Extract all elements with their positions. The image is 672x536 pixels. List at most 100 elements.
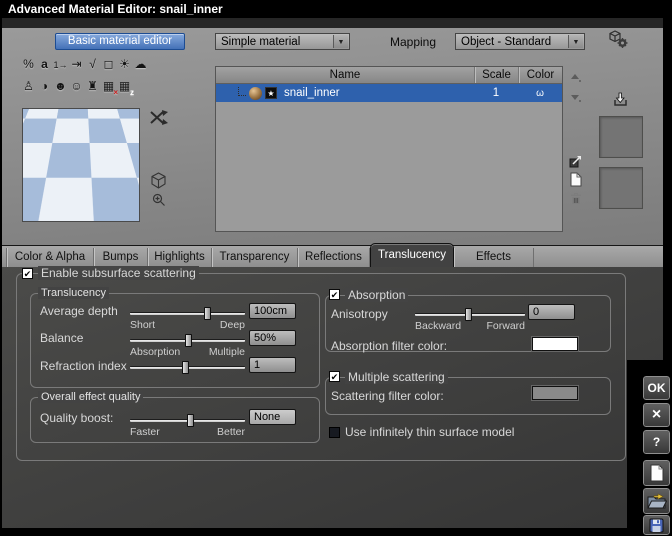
- preview-object-cube-icon[interactable]: [150, 172, 167, 195]
- tab-effects[interactable]: Effects: [454, 248, 534, 267]
- tab-transparency[interactable]: Transparency: [212, 248, 298, 267]
- save-floppy-icon: [649, 518, 664, 533]
- average-depth-max-label: Deep: [130, 319, 245, 331]
- tab-highlights[interactable]: Highlights: [148, 248, 212, 267]
- list-header: Name Scale Color: [216, 67, 562, 84]
- load-material-button[interactable]: [643, 488, 670, 514]
- thin-surface-checkbox[interactable]: [329, 427, 340, 438]
- scattering-filter-color-label: Scattering filter color:: [331, 389, 444, 403]
- move-layer-up-icon[interactable]: [570, 70, 583, 83]
- move-layer-down-icon[interactable]: [570, 90, 583, 103]
- open-folder-icon: [647, 493, 667, 509]
- quality-boost-value[interactable]: None: [249, 409, 296, 425]
- sun-icon[interactable]: ☀: [117, 57, 132, 73]
- multiple-scattering-checkbox[interactable]: [329, 371, 340, 382]
- text-icon[interactable]: a: [37, 57, 52, 73]
- material-name: snail_inner: [284, 87, 474, 99]
- absorption-filter-color-label: Absorption filter color:: [331, 339, 447, 353]
- tab-bumps[interactable]: Bumps: [94, 248, 148, 267]
- material-layer-list: Name Scale Color ★ snail_inner 1 ω: [215, 66, 563, 232]
- check-icon[interactable]: √: [85, 57, 100, 73]
- tab-stop-icon[interactable]: ⇥: [69, 57, 84, 73]
- basic-material-editor-button[interactable]: Basic material editor: [55, 33, 185, 50]
- name-column-header: Name: [216, 67, 474, 83]
- toolbar-row-2: ♙ ◑ ☻ ☺ ♜ ▦× ▦z: [21, 79, 132, 95]
- refraction-index-label: Refraction index: [40, 359, 127, 373]
- figure-icon[interactable]: ♙: [21, 79, 36, 95]
- slider-thumb[interactable]: [182, 361, 189, 374]
- eclipse-icon[interactable]: ◑: [37, 79, 52, 95]
- randomize-icon[interactable]: [149, 110, 169, 132]
- mapping-dropdown[interactable]: Object - Standard ▼: [455, 33, 585, 50]
- chevron-down-icon: ▾: [52, 113, 56, 122]
- multiple-scattering-group-title: Multiple scattering: [345, 370, 448, 384]
- duplicate-layer-icon[interactable]: [570, 172, 583, 185]
- tab-translucency[interactable]: Translucency: [370, 243, 454, 267]
- window-title: Advanced Material Editor: snail_inner: [8, 2, 223, 16]
- help-button[interactable]: ?: [643, 430, 670, 454]
- balance-value[interactable]: 50%: [249, 330, 296, 346]
- cube-gear-icon[interactable]: [608, 30, 630, 54]
- mapping-label: Mapping: [390, 35, 436, 49]
- arrow-once-icon[interactable]: 1→: [53, 57, 68, 73]
- quality-boost-label: Quality boost:: [40, 411, 113, 425]
- thin-surface-label: Use infinitely thin surface model: [345, 425, 514, 439]
- quality-group-title: Overall effect quality: [38, 391, 143, 403]
- load-material-icon[interactable]: [612, 92, 629, 112]
- anisotropy-value[interactable]: 0: [528, 304, 575, 320]
- tree-branch: [238, 87, 246, 96]
- absorption-checkbox[interactable]: [329, 289, 340, 300]
- anisotropy-max-label: Forward: [415, 320, 525, 332]
- film-z-icon[interactable]: ▦z: [117, 79, 132, 95]
- toolbar-row-1: % a 1→ ⇥ √ ◻ ☀ ☁: [21, 57, 148, 73]
- balance-max-label: Multiple: [130, 346, 245, 358]
- ok-button[interactable]: OK: [643, 376, 670, 400]
- bust-icon[interactable]: ☻: [53, 79, 68, 95]
- absorption-group-title: Absorption: [345, 288, 408, 302]
- anisotropy-label: Anisotropy: [331, 307, 388, 321]
- average-depth-value[interactable]: 100cm: [249, 303, 296, 319]
- cloud-icon[interactable]: ☁: [133, 57, 148, 73]
- preview-size-selector[interactable]: 10m ▾: [28, 111, 56, 123]
- translucency-group-title: Translucency: [38, 287, 109, 299]
- bust-outline-icon[interactable]: ☺: [69, 79, 84, 95]
- refraction-index-slider[interactable]: [130, 361, 245, 374]
- new-material-button[interactable]: [643, 460, 670, 486]
- tab-reflections[interactable]: Reflections: [298, 248, 370, 267]
- scattering-filter-color-swatch[interactable]: [532, 386, 578, 400]
- enable-sss-checkbox[interactable]: [22, 268, 33, 279]
- new-page-icon: [650, 464, 664, 482]
- stamp-icon[interactable]: ♜: [85, 79, 100, 95]
- scale-column-header: Scale: [474, 67, 518, 83]
- material-preview[interactable]: 10m ▾: [22, 108, 140, 222]
- enable-sss-label: Enable subsurface scattering: [38, 266, 199, 280]
- chevron-down-icon[interactable]: ▼: [568, 35, 583, 48]
- refraction-index-value[interactable]: 1: [249, 357, 296, 373]
- tab-color-alpha[interactable]: Color & Alpha: [6, 248, 94, 267]
- cancel-button[interactable]: ×: [643, 403, 670, 427]
- material-row-selected[interactable]: ★ snail_inner 1 ω: [216, 84, 562, 102]
- aux-swatch-slot-2[interactable]: [599, 167, 643, 209]
- chevron-down-icon[interactable]: ▼: [333, 35, 348, 48]
- delete-layer-icon[interactable]: [570, 192, 583, 205]
- aux-swatch-slot-1[interactable]: [599, 116, 643, 158]
- material-color-icon[interactable]: ω: [518, 88, 562, 99]
- material-type-dropdown[interactable]: Simple material ▼: [215, 33, 350, 50]
- mapping-value: Object - Standard: [461, 36, 551, 48]
- export-layer-icon[interactable]: [569, 155, 582, 168]
- preview-sphere: [36, 118, 124, 206]
- material-thumbnail-icon: [249, 87, 262, 100]
- material-scale: 1: [474, 87, 518, 99]
- square-icon[interactable]: ◻: [101, 57, 116, 73]
- slider-track: [130, 312, 245, 315]
- zoom-plus-icon[interactable]: [152, 193, 166, 212]
- save-material-button[interactable]: [643, 515, 670, 535]
- advanced-material-editor-window: Advanced Material Editor: snail_inner Ba…: [0, 0, 672, 536]
- preview-size-label: 10m: [28, 111, 49, 123]
- quality-boost-max-label: Better: [130, 426, 245, 438]
- film-delete-icon[interactable]: ▦×: [101, 79, 116, 95]
- average-depth-label: Average depth: [40, 304, 118, 318]
- material-star-icon: ★: [265, 87, 277, 99]
- percent-icon[interactable]: %: [21, 57, 36, 73]
- absorption-filter-color-swatch[interactable]: [532, 337, 578, 351]
